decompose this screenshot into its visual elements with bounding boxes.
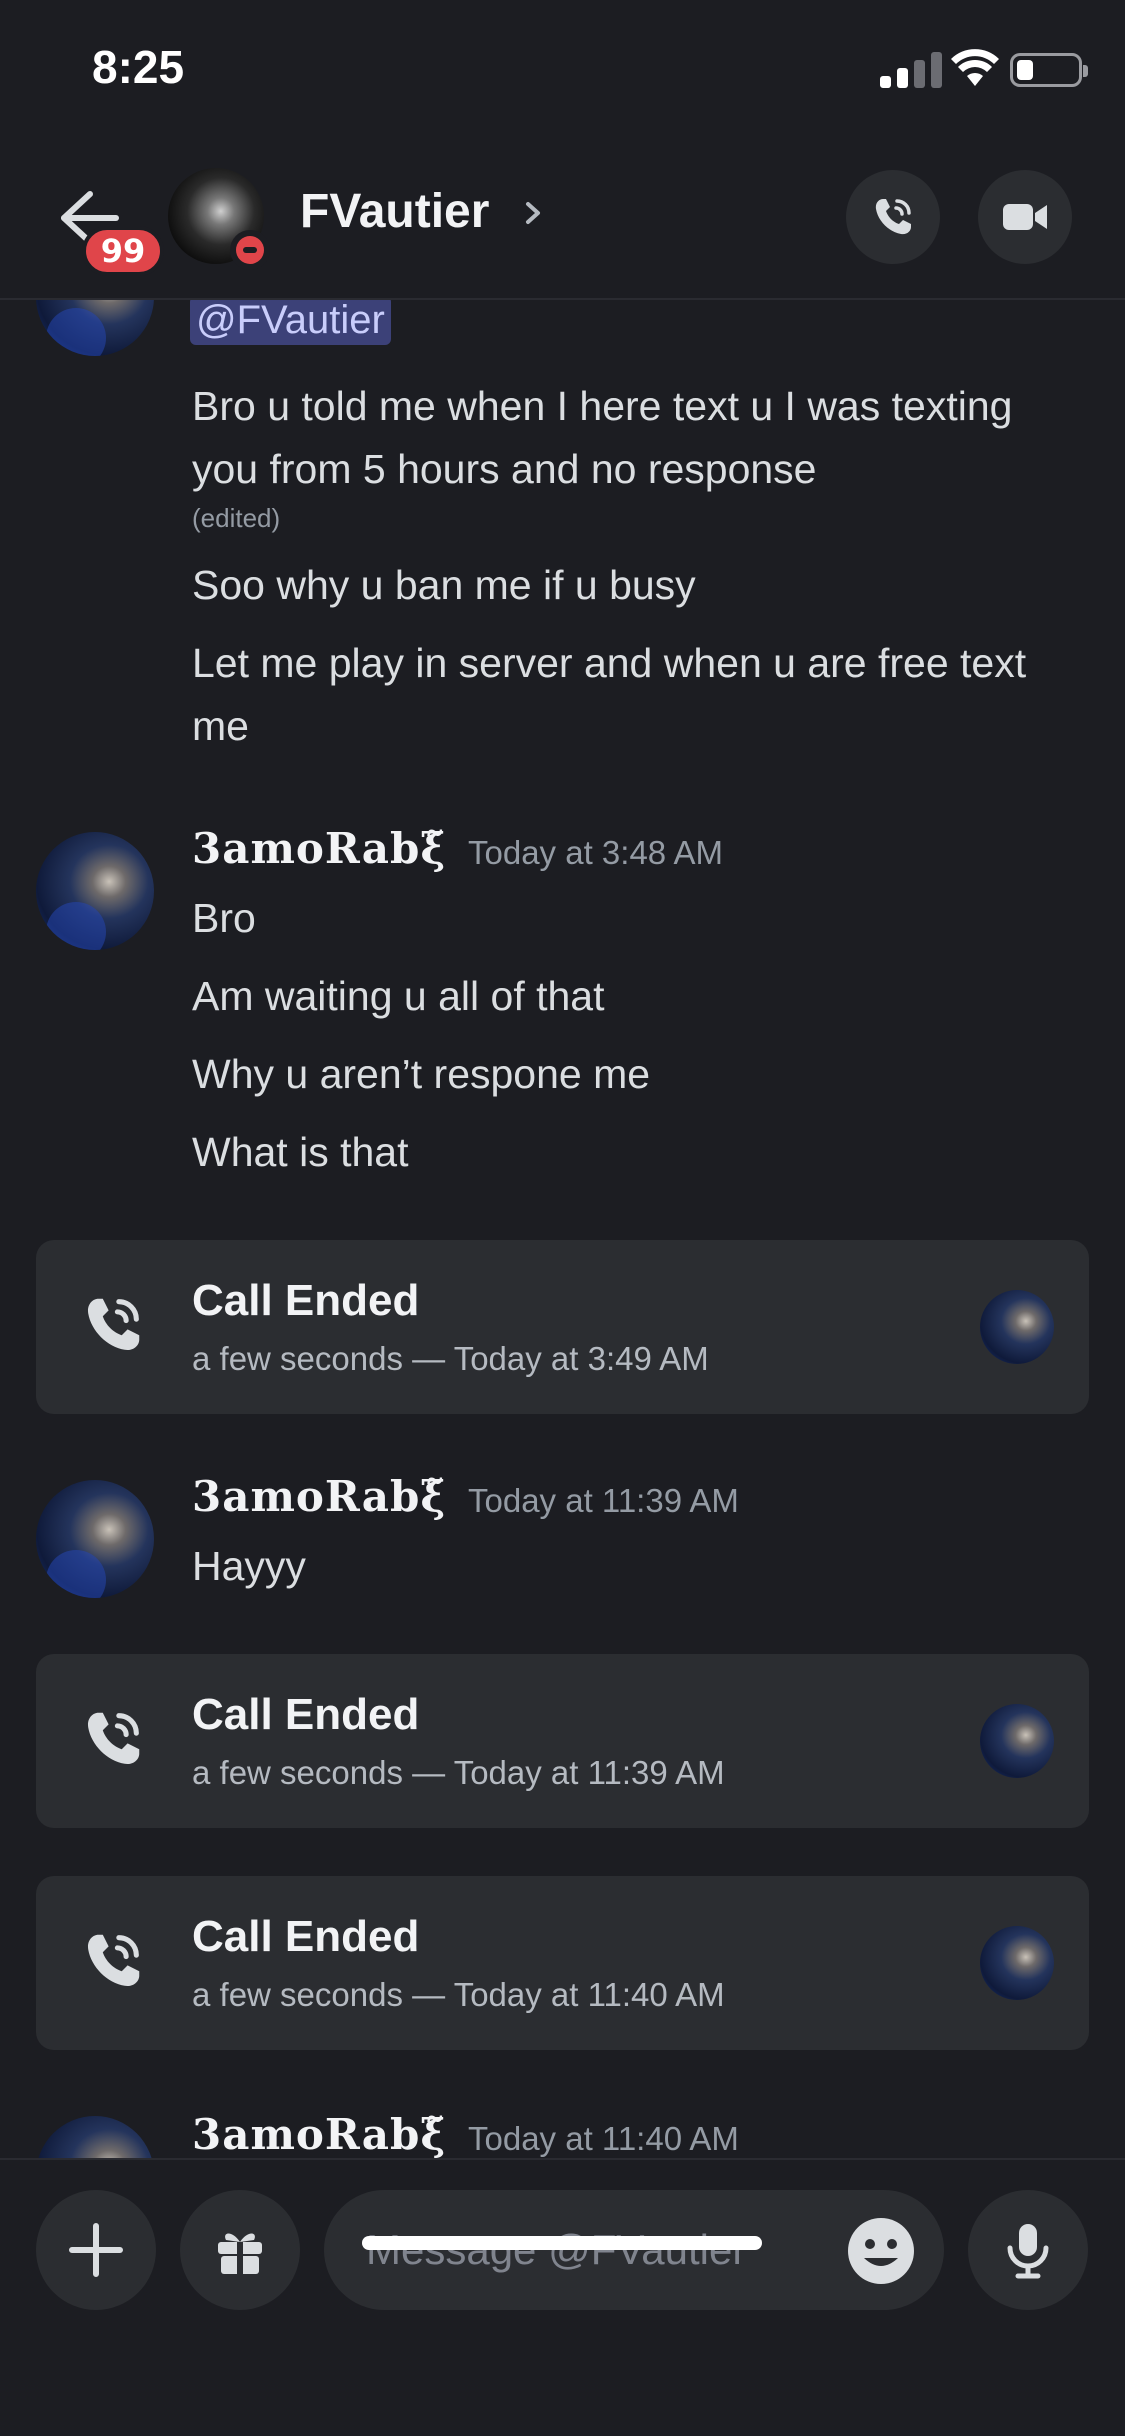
gift-icon	[218, 2233, 262, 2274]
call-title: Call Ended	[192, 1912, 420, 1961]
message-text: Soo why u ban me if u busy	[192, 562, 696, 608]
phone-icon	[87, 1712, 140, 1765]
voice-message-button[interactable]	[968, 2190, 1088, 2310]
video-call-button[interactable]	[978, 170, 1072, 264]
message-text: Hayyy	[192, 1543, 306, 1589]
call-participant-avatar	[980, 1926, 1054, 2000]
phone-icon	[87, 1298, 140, 1351]
battery-icon	[1010, 53, 1088, 87]
call-ended-card[interactable]: Call Ended a few seconds — Today at 11:3…	[36, 1654, 1089, 1828]
message-timestamp: Today at 11:40 AM	[468, 2120, 739, 2157]
call-participant-avatar	[980, 1290, 1054, 1364]
call-title: Call Ended	[192, 1690, 420, 1739]
status-bar: 8:25	[0, 0, 1125, 150]
message-author[interactable]: 3amoRabξ̃	[192, 1472, 446, 1521]
call-title: Call Ended	[192, 1276, 420, 1325]
message-text: Bro	[192, 895, 256, 941]
call-participant-avatar	[980, 1704, 1054, 1778]
message-text: What is that	[192, 1129, 409, 1175]
status-time: 8:25	[92, 41, 185, 93]
call-ended-card[interactable]: Call Ended a few seconds — Today at 3:49…	[36, 1240, 1089, 1414]
dnd-status-icon	[230, 230, 270, 270]
attach-button[interactable]	[36, 2190, 156, 2310]
emoji-icon[interactable]	[846, 2216, 916, 2286]
message-list[interactable]: @FVautier Bro u told me when I here text…	[0, 300, 1125, 2158]
video-camera-icon	[1003, 204, 1047, 230]
call-ended-card[interactable]: Call Ended a few seconds — Today at 11:4…	[36, 1876, 1089, 2050]
avatar[interactable]	[36, 1480, 154, 1598]
cellular-signal-icon	[880, 52, 944, 88]
avatar[interactable]	[36, 300, 154, 356]
call-detail: a few seconds — Today at 11:39 AM	[192, 1754, 725, 1791]
message-text: Bro u told me when I here text u I was t…	[192, 383, 1013, 492]
unread-badge: 99	[82, 226, 164, 276]
user-mention[interactable]: @FVautier	[190, 300, 391, 345]
wifi-icon	[951, 49, 999, 86]
avatar[interactable]	[36, 832, 154, 950]
call-detail: a few seconds — Today at 3:49 AM	[192, 1340, 709, 1377]
message-author[interactable]: 3amoRabξ̃	[192, 824, 446, 873]
home-indicator	[362, 2236, 762, 2250]
message-text: Let me play in server and when u are fre…	[192, 640, 1027, 749]
voice-call-button[interactable]	[846, 170, 940, 264]
message-text: Why u aren’t respone me	[192, 1051, 651, 1097]
contact-avatar[interactable]	[168, 168, 270, 270]
message-text: Am waiting u all of that	[192, 973, 605, 1019]
message-composer	[0, 2158, 1125, 2436]
gift-button[interactable]	[180, 2190, 300, 2310]
plus-icon	[69, 2223, 123, 2277]
dm-header: 99 FVautier	[0, 150, 1125, 300]
message-timestamp: Today at 3:48 AM	[468, 834, 723, 871]
contact-name[interactable]: FVautier	[300, 184, 489, 239]
call-detail: a few seconds — Today at 11:40 AM	[192, 1976, 725, 2013]
message-timestamp: Today at 11:39 AM	[468, 1482, 739, 1519]
avatar[interactable]	[36, 2116, 154, 2158]
chevron-right-icon[interactable]	[520, 198, 546, 228]
edited-label: (edited)	[192, 503, 281, 533]
phone-icon	[87, 1934, 140, 1987]
microphone-icon	[1007, 2224, 1049, 2279]
phone-icon	[875, 199, 911, 235]
message-author[interactable]: 3amoRabξ̃	[192, 2110, 446, 2158]
